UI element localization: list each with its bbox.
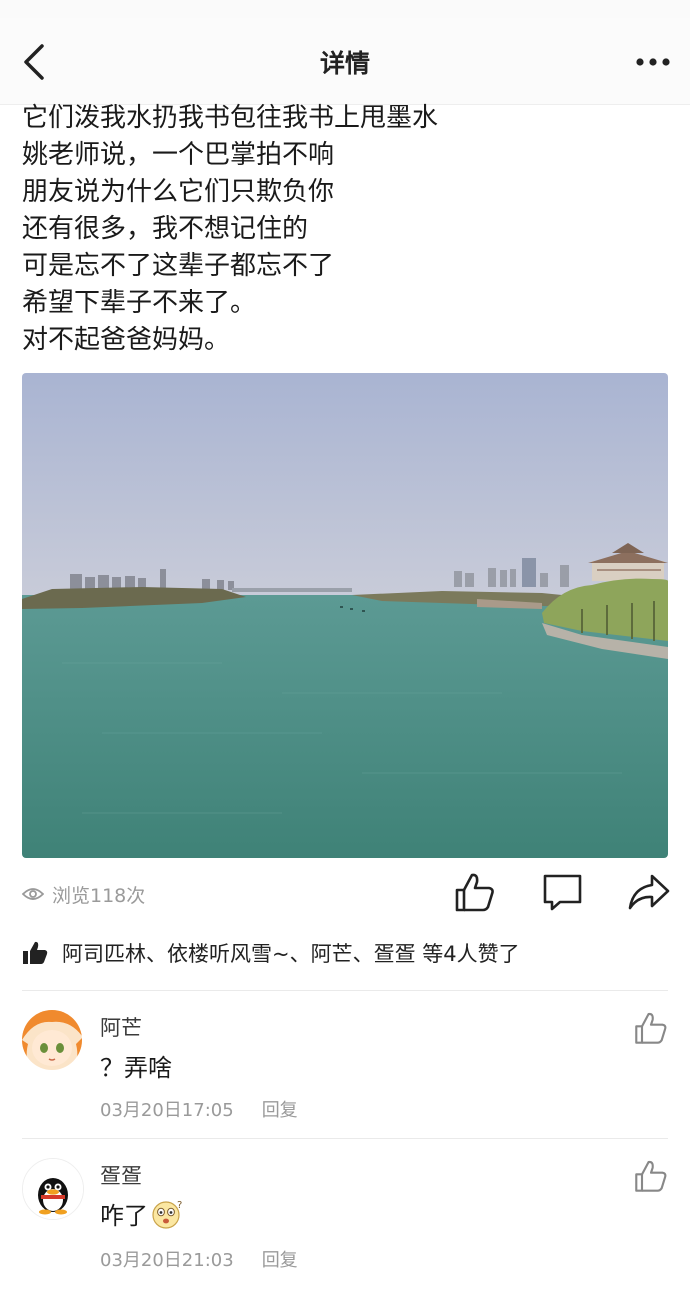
comment-like-button[interactable]	[632, 1010, 670, 1046]
view-count: 浏览118次	[22, 880, 145, 908]
reply-button[interactable]: 回复	[262, 1250, 298, 1271]
post-photo[interactable]	[22, 373, 668, 858]
post-line: 姚老师说，一个巴掌拍不响	[22, 140, 335, 170]
top-bar: 详情	[0, 18, 690, 105]
post-line: 可是忘不了这辈子都忘不了	[22, 251, 335, 281]
avatar[interactable]	[22, 1158, 84, 1220]
share-button[interactable]	[626, 870, 672, 914]
comment-text: ？弄啥	[100, 1054, 172, 1082]
avatar[interactable]	[22, 1010, 82, 1070]
eye-icon	[22, 888, 44, 900]
comment-button[interactable]	[540, 870, 586, 914]
emoji-icon: ?	[152, 1200, 182, 1229]
comment-time: 03月20日21:03	[100, 1250, 234, 1271]
thumbs-up-icon	[635, 1160, 667, 1192]
comment-like-button[interactable]	[632, 1158, 670, 1194]
divider	[22, 990, 668, 991]
more-icon	[636, 58, 670, 66]
thumbs-up-icon	[635, 1012, 667, 1044]
thumbs-up-icon	[23, 941, 48, 964]
thumbs-up-icon	[455, 873, 494, 912]
comment-content: 咋了 ?	[100, 1196, 184, 1231]
post-line: 它们泼我水扔我书包往我书上甩墨水	[22, 103, 439, 133]
post-line: 希望下辈子不来了。	[22, 288, 257, 318]
likes-row[interactable]: 阿司匹林、依楼听风雪~、阿芒、疍疍 等4人赞了	[22, 938, 520, 968]
comment-author[interactable]: 疍疍	[100, 1160, 142, 1190]
view-count-text: 浏览118次	[52, 884, 146, 907]
more-button[interactable]	[634, 42, 674, 82]
lake-photo	[22, 373, 668, 858]
comment-author[interactable]: 阿芒	[100, 1012, 142, 1042]
post-line: 还有很多，我不想记住的	[22, 214, 309, 244]
status-bar	[0, 0, 690, 18]
comment-meta: 03月20日21:03 回复	[100, 1246, 298, 1272]
comment-icon	[543, 874, 582, 911]
anime-avatar-icon	[22, 1010, 82, 1070]
likes-text: 阿司匹林、依楼听风雪~、阿芒、疍疍 等4人赞了	[62, 942, 520, 966]
comment-meta: 03月20日17:05 回复	[100, 1096, 298, 1122]
post-line: 朋友说为什么它们只欺负你	[22, 177, 335, 207]
comment-time: 03月20日17:05	[100, 1100, 234, 1121]
reply-button[interactable]: 回复	[262, 1100, 298, 1121]
divider	[22, 1138, 668, 1139]
like-button[interactable]	[452, 870, 498, 914]
post-text: 它们泼我水扔我书包往我书上甩墨水 姚老师说，一个巴掌拍不响 朋友说为什么它们只欺…	[22, 100, 662, 359]
page-title: 详情	[319, 49, 370, 78]
penguin-avatar-icon	[23, 1159, 83, 1219]
post-line: 对不起爸爸妈妈。	[22, 325, 231, 355]
share-icon	[628, 874, 670, 910]
comment-text: 咋了	[100, 1202, 148, 1230]
svg-text:?: ?	[177, 1200, 182, 1211]
